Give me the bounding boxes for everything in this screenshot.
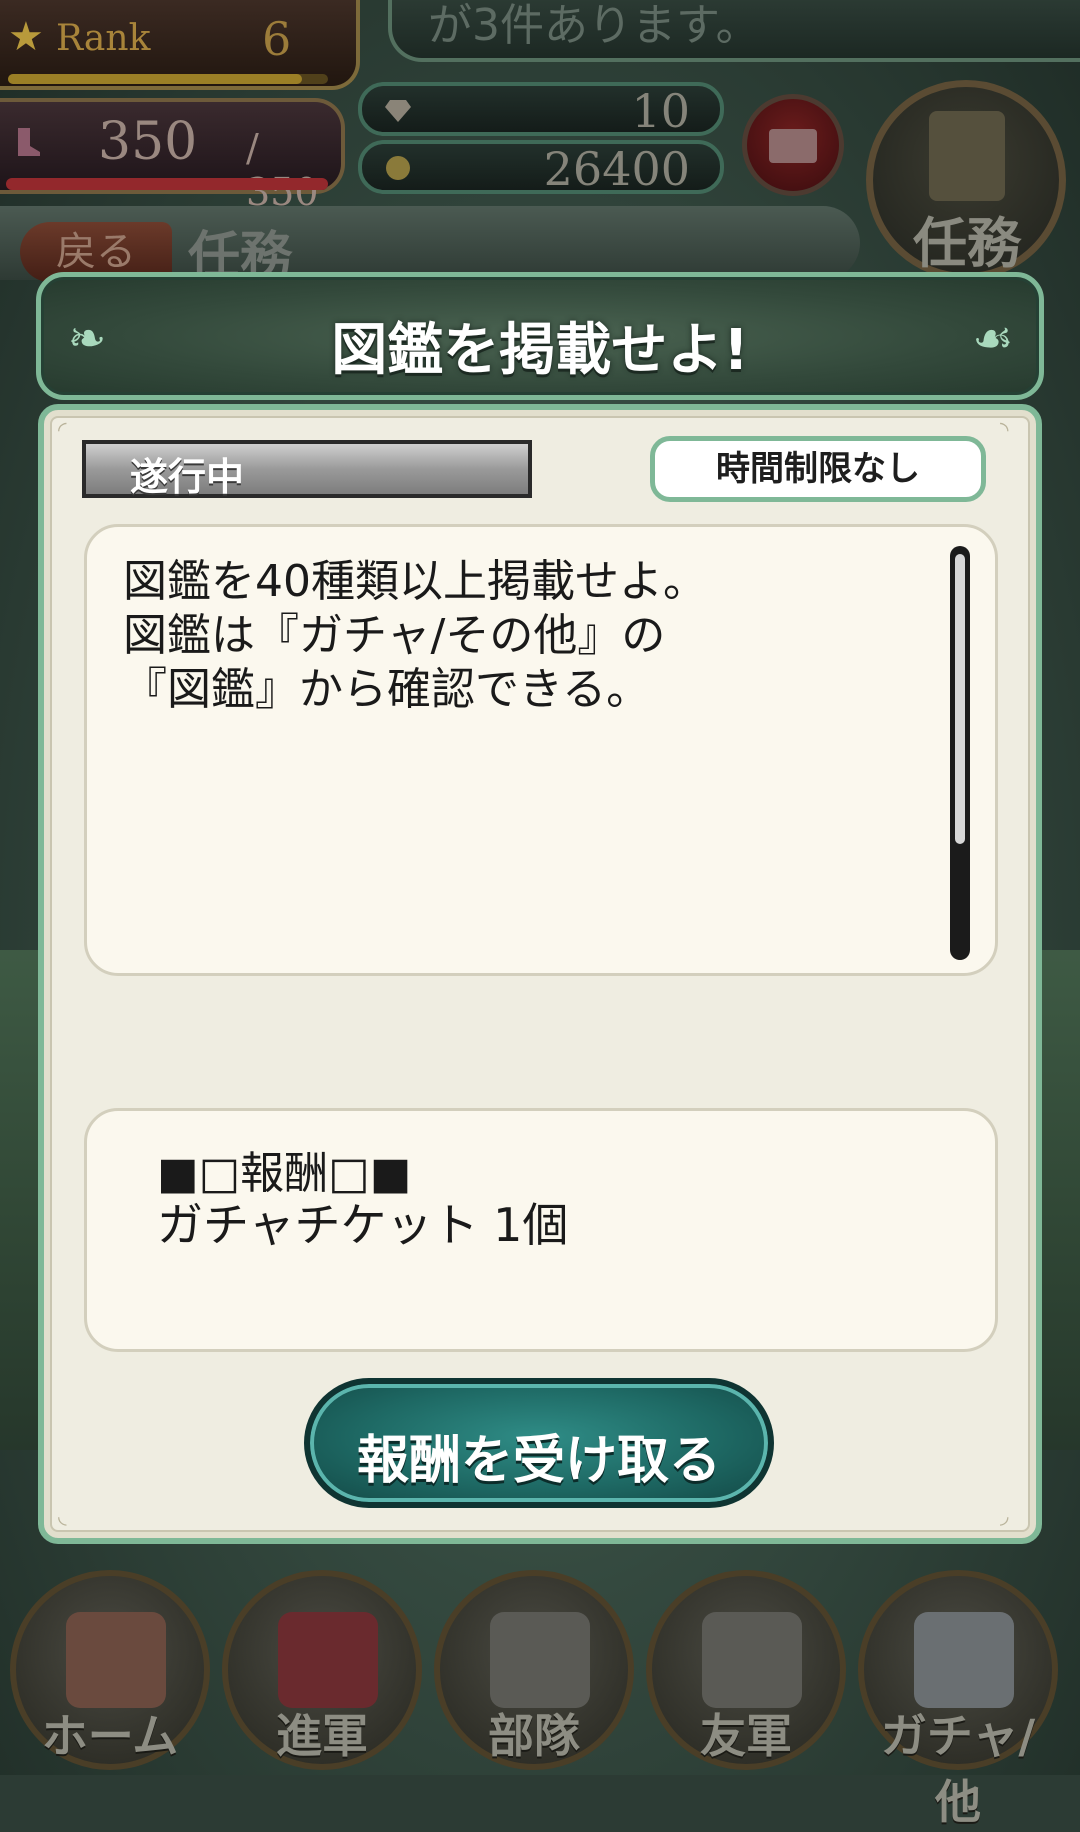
boot-icon bbox=[18, 128, 40, 156]
nav-home-label: ホーム bbox=[41, 1709, 179, 1763]
corner-ornament-icon: ◞ bbox=[1000, 1504, 1009, 1529]
ornament-icon: ☙ bbox=[972, 311, 1014, 365]
mission-status-bar: 遂行中 bbox=[82, 440, 532, 499]
helmet-icon bbox=[490, 1612, 590, 1708]
star-icon: ★ bbox=[8, 14, 44, 60]
gem-count: 10 bbox=[631, 84, 690, 138]
shield-sword-icon bbox=[66, 1612, 166, 1708]
mail-button[interactable] bbox=[742, 94, 844, 196]
stamina-panel: 350 / 350 bbox=[0, 98, 345, 214]
nav-units-label: 部隊 bbox=[488, 1709, 580, 1763]
gem-icon bbox=[385, 100, 411, 122]
scrollbar-thumb[interactable] bbox=[955, 554, 965, 844]
scroll-icon bbox=[929, 111, 1005, 201]
reward-item: ガチャチケット 1個 bbox=[157, 1198, 569, 1252]
nav-advance-label: 進軍 bbox=[276, 1709, 368, 1763]
nav-allies-button[interactable]: 友軍 bbox=[646, 1570, 846, 1770]
gold-count: 26400 bbox=[543, 142, 690, 196]
corner-ornament-icon: ◜ bbox=[58, 418, 67, 443]
corner-ornament-icon: ◝ bbox=[1000, 418, 1009, 443]
coin-icon bbox=[386, 156, 410, 180]
flag-icon bbox=[278, 1612, 378, 1708]
dialog-header: ❧ 図鑑を掲載せよ! ☙ bbox=[36, 272, 1044, 400]
reward-box: ■□報酬□■ ガチャチケット 1個 bbox=[84, 1108, 998, 1352]
rank-label: Rank bbox=[56, 18, 151, 59]
mission-description: 図鑑を40種類以上掲載せよ。 図鑑は『ガチャ/その他』の 『図鑑』から確認できる… bbox=[123, 556, 707, 715]
corner-ornament-icon: ◟ bbox=[58, 1504, 67, 1529]
envelope-icon bbox=[769, 129, 817, 163]
rank-progress-fill bbox=[8, 74, 303, 84]
handshake-icon bbox=[702, 1612, 802, 1708]
description-scrollbar[interactable] bbox=[950, 546, 970, 960]
mission-description-box[interactable]: 図鑑を40種類以上掲載せよ。 図鑑は『ガチャ/その他』の 『図鑑』から確認できる… bbox=[84, 524, 998, 976]
mission-button-label: 任務 bbox=[913, 211, 1021, 275]
gem-counter: 10 bbox=[358, 82, 724, 138]
stamina-current: 350 bbox=[98, 112, 198, 172]
nav-gacha-button[interactable]: ガチャ/他 bbox=[858, 1570, 1058, 1829]
claim-reward-label: 報酬を受け取る bbox=[356, 1431, 721, 1491]
rank-panel: ★ Rank 6 bbox=[0, 0, 360, 90]
stamina-progress-fill bbox=[6, 178, 328, 190]
dialog-title: 図鑑を掲載せよ! bbox=[331, 318, 749, 383]
mission-button[interactable]: 任務 bbox=[866, 80, 1066, 280]
nav-home-button[interactable]: ホーム bbox=[10, 1570, 210, 1770]
rank-progress-bar bbox=[8, 74, 328, 84]
notice-banner[interactable]: が3件あります。 bbox=[388, 0, 1080, 62]
mission-status: 遂行中 bbox=[130, 455, 245, 499]
gacha-icon bbox=[914, 1612, 1014, 1708]
claim-reward-button[interactable]: 報酬を受け取る bbox=[304, 1378, 774, 1508]
stamina-max: / 350 bbox=[246, 126, 319, 214]
nav-gacha-label: ガチャ/他 bbox=[880, 1709, 1036, 1829]
nav-allies-label: 友軍 bbox=[700, 1709, 792, 1763]
gold-counter: 26400 bbox=[358, 140, 724, 196]
nav-units-button[interactable]: 部隊 bbox=[434, 1570, 634, 1770]
nav-advance-button[interactable]: 進軍 bbox=[222, 1570, 422, 1770]
rank-value: 6 bbox=[262, 12, 292, 66]
stamina-progress-bar bbox=[6, 178, 328, 190]
time-limit-badge: 時間制限なし bbox=[650, 436, 986, 502]
